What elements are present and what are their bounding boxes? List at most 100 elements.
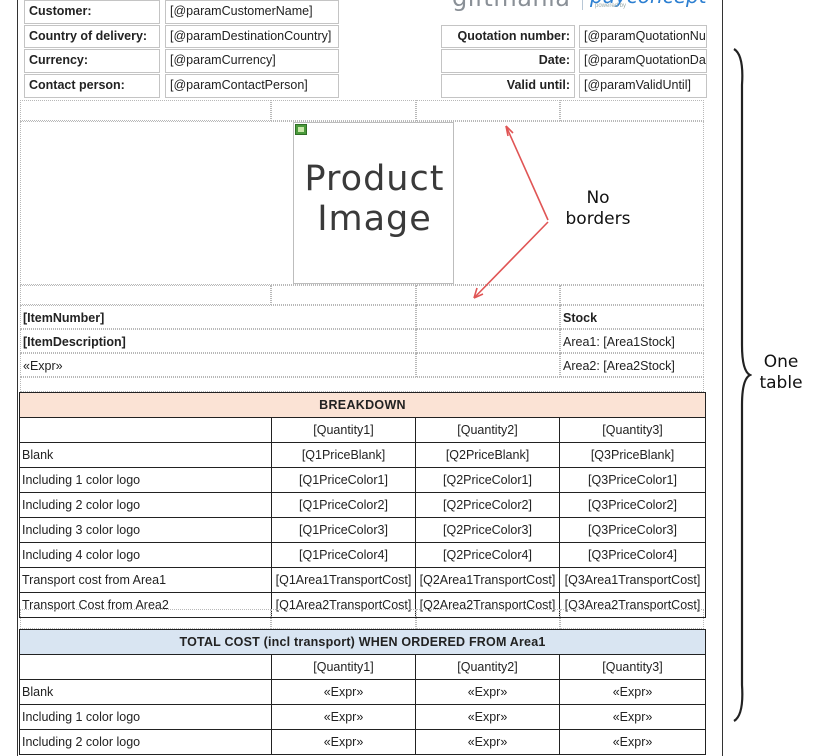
expression-cell[interactable]: «Expr» — [415, 729, 560, 755]
row-label: Blank — [19, 679, 272, 705]
expression-cell[interactable]: «Expr» — [271, 729, 416, 755]
spacer-cell — [560, 285, 704, 305]
expression-cell[interactable]: «Expr» — [415, 704, 560, 730]
price-cell[interactable]: [Q3PriceColor4] — [558, 542, 707, 568]
price-cell[interactable]: [Q1PriceColor4] — [271, 542, 416, 568]
logo-small-text: powered by — [595, 3, 627, 9]
row-label: Including 1 color logo — [19, 467, 272, 493]
quotation-label: Quotation number: — [441, 25, 575, 48]
spacer-cell — [20, 609, 271, 629]
currency-label: Currency: — [24, 49, 160, 73]
no-borders-note: No borders — [548, 188, 648, 230]
row-label: Including 2 color logo — [19, 729, 272, 755]
table-row: Including 4 color logo [Q1PriceColor4] [… — [19, 542, 707, 568]
spacer-cell — [271, 100, 416, 121]
table-row: Including 2 color logo «Expr» «Expr» «Ex… — [19, 729, 707, 755]
row-label: Including 2 color logo — [19, 492, 272, 518]
country-field[interactable]: [@paramDestinationCountry] — [165, 25, 339, 48]
arrow-down-line — [473, 221, 549, 299]
expression-field[interactable]: «Expr» — [20, 353, 416, 377]
price-cell[interactable]: [Q2PriceColor3] — [415, 517, 560, 543]
table-row: Including 1 color logo «Expr» «Expr» «Ex… — [19, 704, 707, 730]
price-cell[interactable]: [Q1PriceBlank] — [271, 442, 416, 468]
country-label: Country of delivery: — [24, 25, 160, 48]
quantity2-header[interactable]: [Quantity2] — [415, 654, 560, 680]
breakdown-title: BREAKDOWN — [18, 392, 707, 418]
table-row: [Quantity1] [Quantity2] [Quantity3] — [19, 417, 707, 443]
expression-cell[interactable]: «Expr» — [271, 704, 416, 730]
spacer-cell — [560, 609, 704, 629]
quantity1-header[interactable]: [Quantity1] — [271, 417, 416, 443]
price-cell[interactable]: [Q3PriceBlank] — [558, 442, 707, 468]
price-cell[interactable]: [Q2PriceColor2] — [415, 492, 560, 518]
quantity2-header[interactable]: [Quantity2] — [415, 417, 560, 443]
logo-divider — [582, 0, 583, 10]
price-cell[interactable]: [Q1PriceColor1] — [271, 467, 416, 493]
price-cell[interactable]: [Q1PriceColor3] — [271, 517, 416, 543]
spacer-cell — [20, 100, 271, 121]
empty-cell — [19, 654, 272, 680]
price-cell[interactable]: [Q2PriceColor4] — [415, 542, 560, 568]
spacer-cell — [20, 285, 271, 305]
logo-text: giftmania — [452, 0, 571, 12]
customer-label: Customer: — [24, 0, 160, 24]
expression-cell[interactable]: «Expr» — [558, 704, 707, 730]
row-label: Including 4 color logo — [19, 542, 272, 568]
row-label: Including 1 color logo — [19, 704, 272, 730]
image-label-line2: Image — [317, 199, 432, 239]
price-cell[interactable]: [Q3PriceColor1] — [558, 467, 707, 493]
empty-cell — [416, 353, 560, 377]
customer-field[interactable]: [@paramCustomerName] — [165, 0, 339, 24]
table-row: Including 3 color logo [Q1PriceColor3] [… — [19, 517, 707, 543]
date-field[interactable]: [@paramQuotationDa — [579, 49, 707, 73]
one-table-note: One table — [748, 352, 814, 394]
one-table-line1: One — [763, 352, 799, 372]
item-description[interactable]: [ItemDescription] — [20, 329, 416, 353]
table-row: Blank «Expr» «Expr» «Expr» — [19, 679, 707, 705]
quantity3-header[interactable]: [Quantity3] — [558, 417, 707, 443]
transport-cost-cell[interactable]: [Q2Area1TransportCost] — [415, 567, 560, 593]
price-cell[interactable]: [Q1PriceColor2] — [271, 492, 416, 518]
expression-cell[interactable]: «Expr» — [558, 679, 707, 705]
image-placeholder-icon — [295, 124, 307, 135]
date-label: Date: — [441, 49, 575, 73]
price-cell[interactable]: [Q2PriceBlank] — [415, 442, 560, 468]
product-image[interactable]: Product Image — [293, 122, 454, 284]
item-number[interactable]: [ItemNumber] — [20, 305, 416, 329]
no-borders-line2: borders — [565, 209, 631, 229]
one-table-line2: table — [759, 373, 803, 393]
contact-field[interactable]: [@paramContactPerson] — [165, 74, 339, 98]
spacer-cell — [271, 609, 416, 629]
row-label: Including 3 color logo — [19, 517, 272, 543]
spacer-cell — [271, 285, 416, 305]
transport-cost-cell[interactable]: [Q3Area1TransportCost] — [558, 567, 707, 593]
quantity3-header[interactable]: [Quantity3] — [558, 654, 707, 680]
contact-label: Contact person: — [24, 74, 160, 98]
currency-field[interactable]: [@paramCurrency] — [165, 49, 339, 73]
image-label-line1: Product — [304, 159, 445, 199]
table-row: Transport cost from Area1 [Q1Area1Transp… — [19, 567, 707, 593]
spacer-row — [20, 377, 704, 392]
area1-stock[interactable]: Area1: [Area1Stock] — [560, 329, 704, 353]
expression-cell[interactable]: «Expr» — [415, 679, 560, 705]
valid-until-field[interactable]: [@paramValidUntil] — [579, 74, 707, 98]
total-cost-table: TOTAL COST (incl transport) WHEN ORDERED… — [18, 629, 707, 755]
table-row: [Quantity1] [Quantity2] [Quantity3] — [19, 654, 707, 680]
quotation-field[interactable]: [@paramQuotationNu — [579, 25, 707, 48]
expression-cell[interactable]: «Expr» — [558, 729, 707, 755]
expression-cell[interactable]: «Expr» — [271, 679, 416, 705]
quantity1-header[interactable]: [Quantity1] — [271, 654, 416, 680]
empty-cell — [416, 329, 560, 353]
row-label: Transport cost from Area1 — [19, 567, 272, 593]
spacer-cell — [416, 609, 560, 629]
area2-stock[interactable]: Area2: [Area2Stock] — [560, 353, 704, 377]
price-cell[interactable]: [Q3PriceColor2] — [558, 492, 707, 518]
transport-cost-cell[interactable]: [Q1Area1TransportCost] — [271, 567, 416, 593]
price-cell[interactable]: [Q2PriceColor1] — [415, 467, 560, 493]
table-row: Blank [Q1PriceBlank] [Q2PriceBlank] [Q3P… — [19, 442, 707, 468]
total-cost-title: TOTAL COST (incl transport) WHEN ORDERED… — [18, 629, 707, 655]
spacer-cell — [560, 100, 704, 121]
company-logo: giftmania payconcept powered by — [450, 0, 718, 12]
price-cell[interactable]: [Q3PriceColor3] — [558, 517, 707, 543]
stock-label: Stock — [560, 305, 704, 329]
